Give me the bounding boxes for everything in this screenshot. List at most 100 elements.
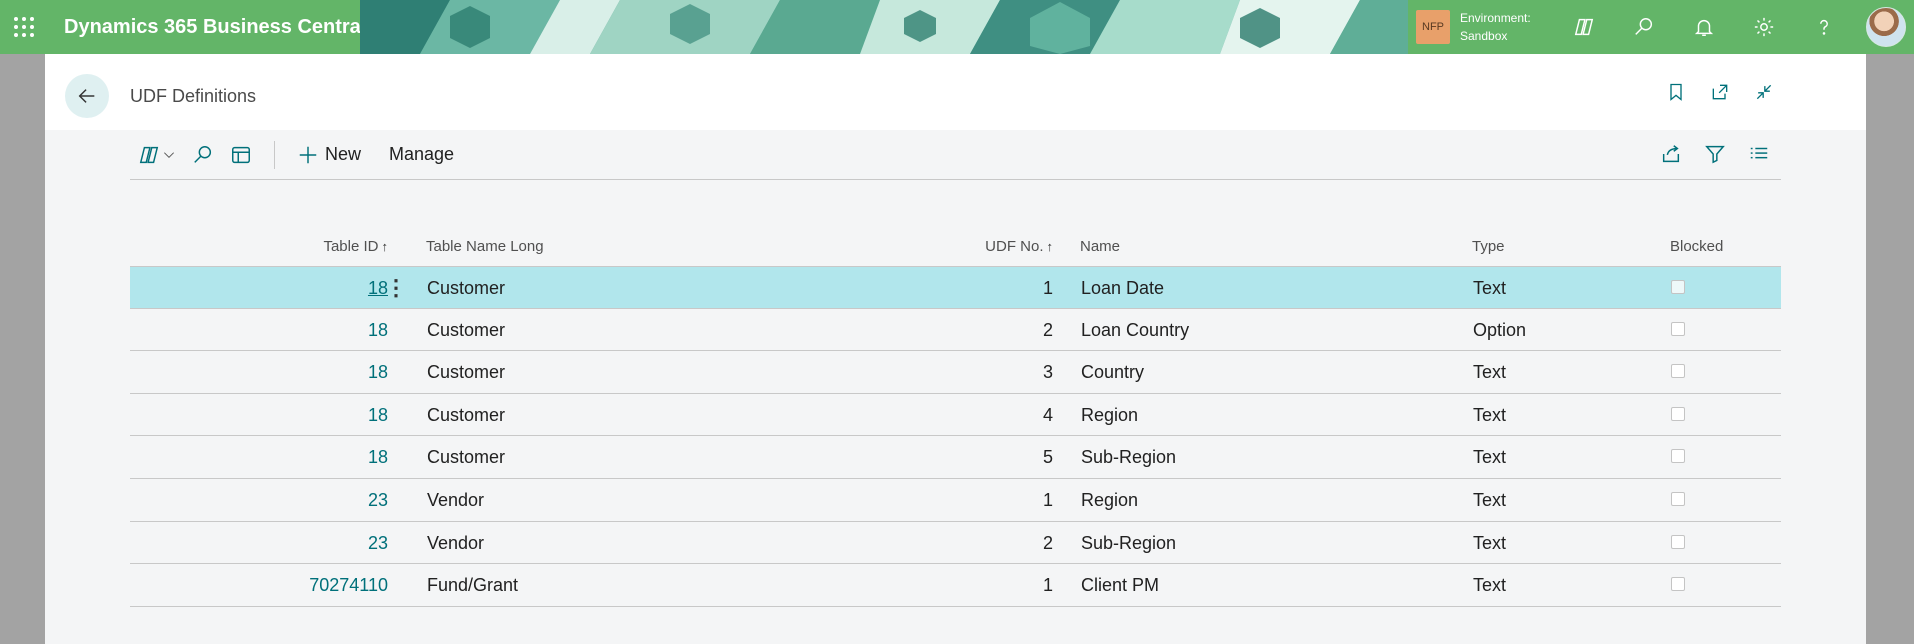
column-header-blocked[interactable]: Blocked xyxy=(1670,238,1723,255)
table-name-long-cell[interactable]: Customer xyxy=(427,447,505,468)
sort-ascending-icon: ↑ xyxy=(1046,239,1054,254)
table-row[interactable]: 18 Customer 2 Loan Country Option xyxy=(130,309,1781,352)
sort-ascending-icon: ↑ xyxy=(381,239,389,254)
environment-badge[interactable]: NFP xyxy=(1416,10,1450,44)
row-menu-icon[interactable]: ⋮ xyxy=(385,275,407,301)
table-id-link[interactable]: 23 xyxy=(368,533,388,554)
header-actions xyxy=(1664,80,1776,104)
user-avatar[interactable] xyxy=(1866,7,1906,47)
table-row[interactable]: 70274110 Fund/Grant 1 Client PM Text xyxy=(130,564,1781,607)
name-cell[interactable]: Country xyxy=(1081,362,1144,383)
open-new-window-icon[interactable] xyxy=(1708,80,1732,104)
backdrop-right xyxy=(1866,54,1914,644)
divider xyxy=(274,140,275,169)
table-id-link[interactable]: 23 xyxy=(368,490,388,511)
table-id-link[interactable]: 70274110 xyxy=(309,575,388,596)
back-button[interactable] xyxy=(65,74,109,118)
copilot-menu-button[interactable] xyxy=(130,135,184,175)
help-icon[interactable] xyxy=(1794,0,1854,54)
table-name-long-cell[interactable]: Vendor xyxy=(427,533,484,554)
blocked-checkbox[interactable] xyxy=(1671,491,1685,506)
blocked-checkbox[interactable] xyxy=(1671,534,1685,549)
name-cell[interactable]: Loan Country xyxy=(1081,320,1189,341)
new-button[interactable]: New xyxy=(289,135,369,175)
copilot-icon[interactable] xyxy=(1554,0,1614,54)
name-cell[interactable]: Loan Date xyxy=(1081,278,1164,299)
table-name-long-cell[interactable]: Customer xyxy=(427,362,505,383)
blocked-checkbox[interactable] xyxy=(1671,280,1685,294)
page-title: UDF Definitions xyxy=(130,86,257,106)
type-cell[interactable]: Text xyxy=(1473,575,1506,596)
udf-no-cell[interactable]: 2 xyxy=(1043,533,1053,554)
table-name-long-cell[interactable]: Fund/Grant xyxy=(427,575,518,596)
name-cell[interactable]: Region xyxy=(1081,405,1138,426)
table-name-long-cell[interactable]: Customer xyxy=(427,320,505,341)
type-cell[interactable]: Text xyxy=(1473,278,1506,299)
type-cell[interactable]: Text xyxy=(1473,447,1506,468)
table-id-link[interactable]: 18 xyxy=(368,362,388,383)
table-name-long-cell[interactable]: Customer xyxy=(427,405,505,426)
collapse-icon[interactable] xyxy=(1752,80,1776,104)
blocked-checkbox[interactable] xyxy=(1671,364,1685,379)
table-row[interactable]: 18 Customer 3 Country Text xyxy=(130,351,1781,394)
name-cell[interactable]: Sub-Region xyxy=(1081,533,1176,554)
gear-icon[interactable] xyxy=(1734,0,1794,54)
topbar-right: NFP Environment: Sandbox xyxy=(1408,0,1914,54)
share-icon[interactable] xyxy=(1659,138,1683,170)
name-cell[interactable]: Region xyxy=(1081,490,1138,511)
table-body: 18 ⋮ Customer 1 Loan Date Text 18 Customer 2 Loan… xyxy=(130,266,1781,607)
table-id-link[interactable]: 18 xyxy=(368,405,388,426)
top-bar: Dynamics 365 Business Central NFP Enviro… xyxy=(0,0,1914,54)
table-id-link[interactable]: 18 xyxy=(368,320,388,341)
udf-no-cell[interactable]: 5 xyxy=(1043,447,1053,468)
udf-no-cell[interactable]: 1 xyxy=(1043,575,1053,596)
type-cell[interactable]: Text xyxy=(1473,533,1506,554)
table-row[interactable]: 18 Customer 4 Region Text xyxy=(130,394,1781,437)
manage-menu[interactable]: Manage xyxy=(381,135,462,175)
table-name-long-cell[interactable]: Vendor xyxy=(427,490,484,511)
table-id-link[interactable]: 18 xyxy=(368,447,388,468)
name-cell[interactable]: Sub-Region xyxy=(1081,447,1176,468)
udf-no-cell[interactable]: 4 xyxy=(1043,405,1053,426)
udf-no-cell[interactable]: 2 xyxy=(1043,320,1053,341)
search-button[interactable] xyxy=(184,135,222,175)
udf-no-cell[interactable]: 1 xyxy=(1043,278,1053,299)
table-row[interactable]: 23 Vendor 1 Region Text xyxy=(130,479,1781,522)
type-cell[interactable]: Option xyxy=(1473,320,1526,341)
bookmark-icon[interactable] xyxy=(1664,80,1688,104)
blocked-checkbox[interactable] xyxy=(1671,449,1685,464)
udf-no-cell[interactable]: 1 xyxy=(1043,490,1053,511)
banner-pattern xyxy=(360,0,1424,54)
column-header-table-id[interactable]: Table ID ↑ xyxy=(323,238,388,255)
environment-info[interactable]: Environment: Sandbox xyxy=(1460,9,1546,45)
edit-list-icon xyxy=(232,146,250,163)
column-header-name[interactable]: Name xyxy=(1080,238,1120,255)
table-row[interactable]: 18 ⋮ Customer 1 Loan Date Text xyxy=(130,266,1781,309)
column-header-table-name-long[interactable]: Table Name Long xyxy=(426,238,544,255)
name-cell[interactable]: Client PM xyxy=(1081,575,1159,596)
blocked-checkbox[interactable] xyxy=(1671,406,1685,421)
app-launcher-icon[interactable] xyxy=(0,0,48,54)
type-cell[interactable]: Text xyxy=(1473,490,1506,511)
table-row[interactable]: 23 Vendor 2 Sub-Region Text xyxy=(130,522,1781,565)
search-icon[interactable] xyxy=(1614,0,1674,54)
column-header-type[interactable]: Type xyxy=(1472,238,1505,255)
type-cell[interactable]: Text xyxy=(1473,405,1506,426)
udf-no-cell[interactable]: 3 xyxy=(1043,362,1053,383)
plus-icon xyxy=(299,146,317,163)
chevron-down-icon xyxy=(164,151,174,158)
blocked-checkbox[interactable] xyxy=(1671,577,1685,592)
app-name[interactable]: Dynamics 365 Business Central xyxy=(48,16,366,39)
list-view-icon[interactable] xyxy=(1747,138,1771,170)
action-bar-right xyxy=(1659,138,1771,170)
blocked-checkbox[interactable] xyxy=(1671,321,1685,336)
column-header-udf-no[interactable]: UDF No. ↑ xyxy=(985,238,1053,255)
bell-icon[interactable] xyxy=(1674,0,1734,54)
filter-icon[interactable] xyxy=(1703,138,1727,170)
table-row[interactable]: 18 Customer 5 Sub-Region Text xyxy=(130,436,1781,479)
edit-list-button[interactable] xyxy=(222,135,260,175)
type-cell[interactable]: Text xyxy=(1473,362,1506,383)
environment-name: Sandbox xyxy=(1460,29,1508,43)
table-name-long-cell[interactable]: Customer xyxy=(427,278,505,299)
udf-definitions-page: UDF Definitions New Manage Table ID ↑ Ta… xyxy=(45,54,1866,644)
